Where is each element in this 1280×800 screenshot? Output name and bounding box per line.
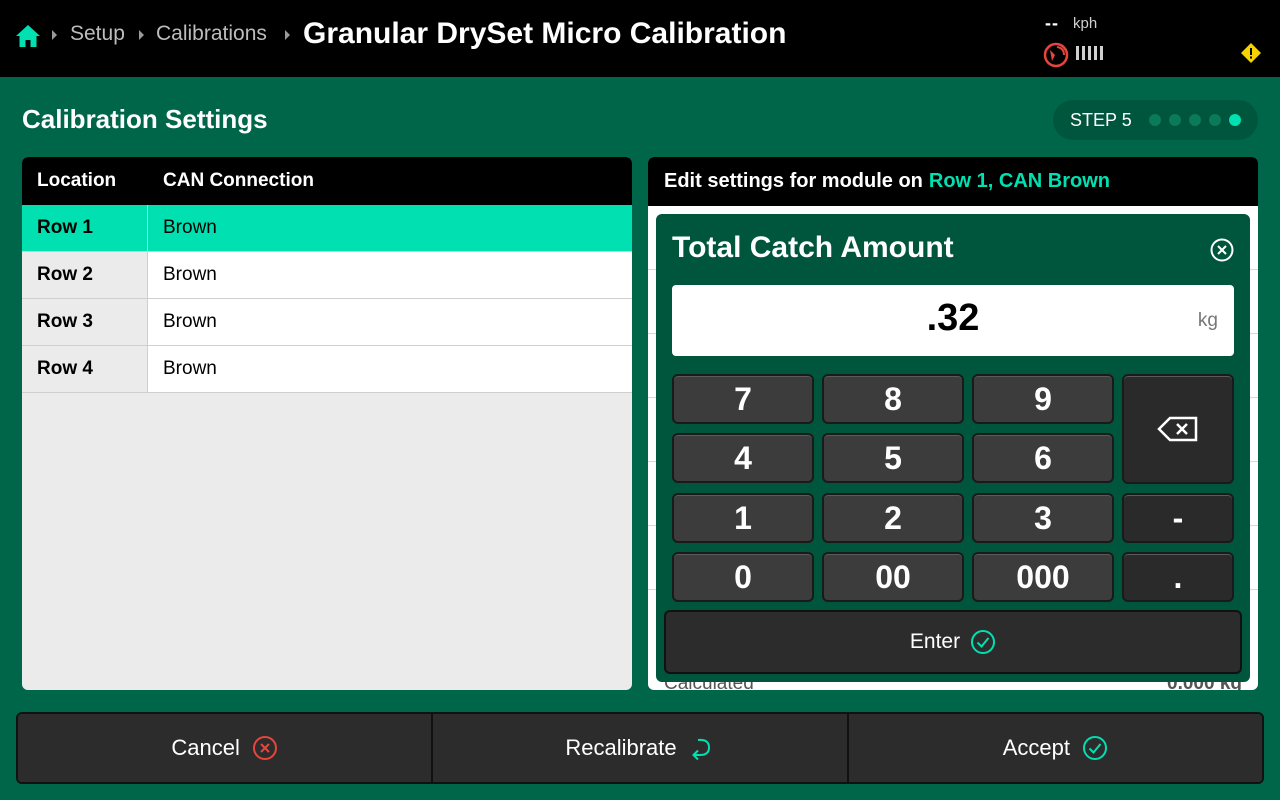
breadcrumb-chevron-icon: [52, 30, 57, 40]
row-location: Row 3: [22, 299, 148, 345]
section-title: Calibration Settings: [22, 104, 268, 134]
step-dots: [1149, 114, 1241, 126]
table-row[interactable]: Row 3 Brown: [22, 299, 632, 346]
enter-label: Enter: [909, 630, 961, 653]
row-can: Brown: [148, 252, 632, 298]
row-location: Row 2: [22, 252, 148, 298]
row-location: Row 1: [22, 205, 148, 251]
close-icon[interactable]: [1210, 238, 1234, 262]
page-title: Granular DrySet Micro Calibration: [303, 17, 787, 50]
accept-label: Accept: [1002, 735, 1070, 760]
cancel-icon: [252, 736, 277, 760]
gps-signal-icon[interactable]: [1042, 41, 1070, 69]
column-header-location: Location: [37, 170, 117, 191]
row-can: Brown: [148, 346, 632, 392]
numeric-keypad-dialog: Total Catch Amount .32 kg 7 8 9 4 5 6 1 …: [656, 214, 1250, 682]
key-7[interactable]: 7: [672, 374, 814, 424]
key-00[interactable]: 00: [822, 552, 964, 602]
table-row[interactable]: Row 1 Brown: [22, 205, 632, 252]
key-decimal[interactable]: .: [1122, 552, 1234, 602]
home-icon[interactable]: [14, 22, 42, 50]
breadcrumb-chevron-icon: [285, 30, 290, 40]
table-row[interactable]: Row 4 Brown: [22, 346, 632, 393]
row-location: Row 4: [22, 346, 148, 392]
key-3[interactable]: 3: [972, 493, 1114, 543]
dialog-title: Total Catch Amount: [672, 231, 954, 264]
accept-button[interactable]: Accept: [848, 714, 1262, 782]
step-indicator: STEP 5: [1053, 100, 1258, 140]
column-header-can: CAN Connection: [163, 170, 314, 191]
step-dot: [1149, 114, 1161, 126]
value-input[interactable]: .32 kg: [672, 285, 1234, 356]
table-header: Location CAN Connection: [22, 157, 632, 205]
key-0[interactable]: 0: [672, 552, 814, 602]
check-circle-icon: [971, 630, 996, 654]
row-can: Brown: [148, 205, 632, 251]
key-2[interactable]: 2: [822, 493, 964, 543]
signal-strength-icon: [1076, 46, 1103, 60]
value-input-text: .32: [926, 297, 980, 339]
key-000[interactable]: 000: [972, 552, 1114, 602]
return-arrow-icon: [691, 738, 710, 761]
action-bar: Cancel Recalibrate Accept: [16, 712, 1264, 784]
key-5[interactable]: 5: [822, 433, 964, 483]
table-row[interactable]: Row 2 Brown: [22, 252, 632, 299]
edit-panel-header: Edit settings for module on Row 1, CAN B…: [648, 157, 1258, 206]
key-9[interactable]: 9: [972, 374, 1114, 424]
cancel-button[interactable]: Cancel: [18, 714, 434, 782]
breadcrumb-setup[interactable]: Setup: [70, 22, 125, 46]
top-bar: Setup Calibrations Granular DrySet Micro…: [0, 0, 1280, 77]
edit-panel-prefix: Edit settings for module on: [664, 170, 923, 192]
breadcrumb-chevron-icon: [139, 30, 144, 40]
key-4[interactable]: 4: [672, 433, 814, 483]
speed-value: --: [1045, 13, 1059, 33]
breadcrumb-calibrations[interactable]: Calibrations: [156, 22, 267, 46]
backspace-button[interactable]: [1122, 374, 1234, 484]
key-minus[interactable]: -: [1122, 493, 1234, 543]
key-1[interactable]: 1: [672, 493, 814, 543]
enter-button[interactable]: Enter: [664, 610, 1242, 674]
check-circle-icon: [1082, 736, 1107, 760]
recalibrate-button[interactable]: Recalibrate: [433, 714, 849, 782]
step-dot: [1169, 114, 1181, 126]
step-dot: [1209, 114, 1221, 126]
cancel-label: Cancel: [171, 735, 240, 760]
step-label: STEP 5: [1070, 110, 1132, 130]
value-unit: kg: [1197, 310, 1218, 331]
step-dot-active: [1229, 114, 1241, 126]
recalibrate-label: Recalibrate: [565, 735, 677, 760]
key-6[interactable]: 6: [972, 433, 1114, 483]
key-8[interactable]: 8: [822, 374, 964, 424]
warning-icon[interactable]: [1240, 42, 1262, 64]
speed-unit: kph: [1073, 15, 1098, 32]
module-table: Location CAN Connection Row 1 Brown Row …: [22, 157, 632, 690]
step-dot: [1189, 114, 1201, 126]
row-can: Brown: [148, 299, 632, 345]
backspace-icon: [1157, 416, 1198, 442]
edit-panel-target: Row 1, CAN Brown: [928, 170, 1111, 192]
